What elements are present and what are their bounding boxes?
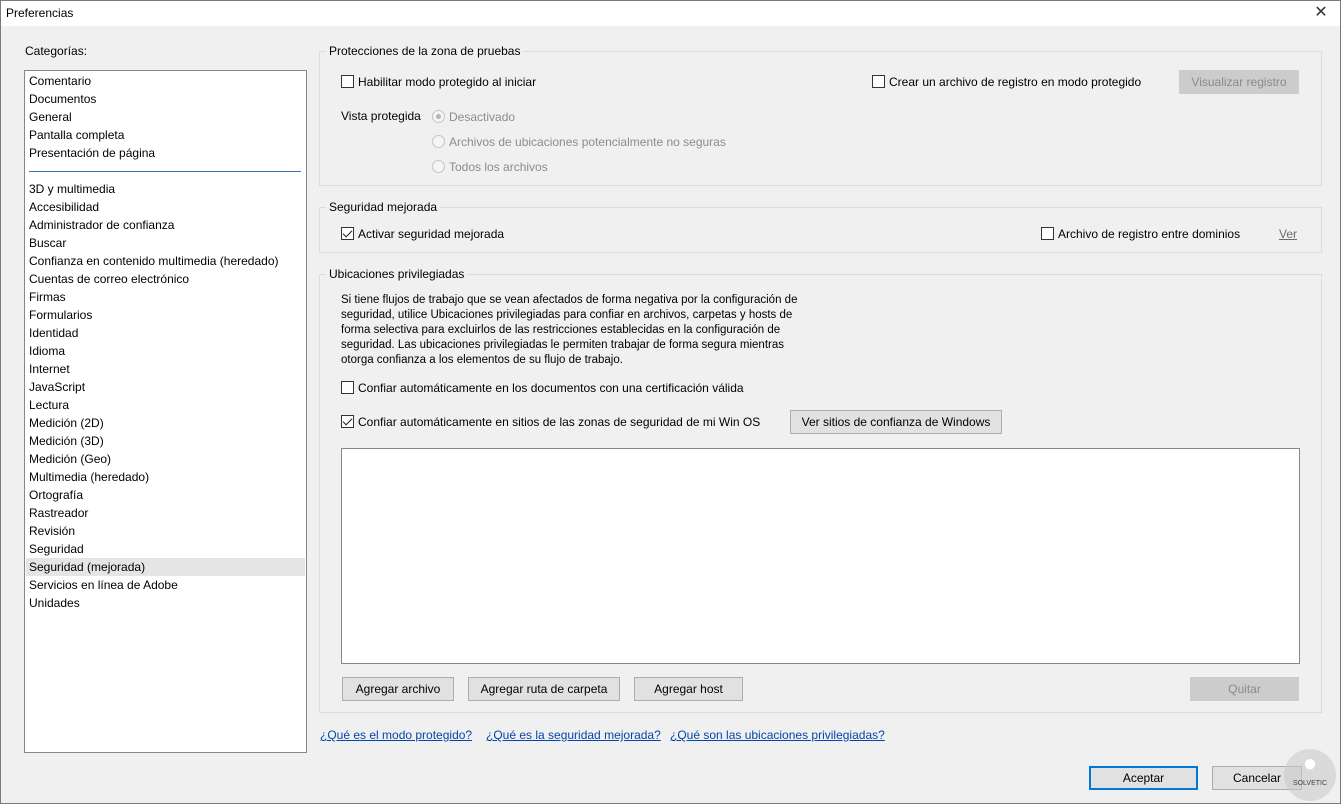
- cross-domain-log-checkbox[interactable]: [1041, 227, 1054, 240]
- category-item[interactable]: Unidades: [26, 594, 305, 612]
- category-item[interactable]: Medición (2D): [26, 414, 305, 432]
- category-separator: [29, 171, 301, 172]
- trust-win-os-zones-label[interactable]: Confiar automáticamente en sitios de las…: [358, 415, 760, 429]
- privileged-locations-list[interactable]: [341, 448, 1300, 664]
- enable-protected-mode-checkbox[interactable]: [341, 75, 354, 88]
- watermark-text: SOLVETIC: [1292, 780, 1328, 787]
- add-file-button[interactable]: Agregar archivo: [342, 677, 454, 701]
- create-log-label[interactable]: Crear un archivo de registro en modo pro…: [889, 75, 1141, 89]
- activate-enhanced-security-checkbox[interactable]: [341, 227, 354, 240]
- solvetic-watermark-logo: ● SOLVETIC: [1284, 749, 1336, 801]
- protected-view-option-unsafe[interactable]: Archivos de ubicaciones potencialmente n…: [449, 135, 726, 149]
- category-item[interactable]: Medición (Geo): [26, 450, 305, 468]
- category-item[interactable]: Idioma: [26, 342, 305, 360]
- trust-certified-docs-checkbox[interactable]: [341, 381, 354, 394]
- help-link-enhanced-security[interactable]: ¿Qué es la seguridad mejorada?: [486, 728, 661, 742]
- category-item[interactable]: JavaScript: [26, 378, 305, 396]
- enhanced-security-group-title: Seguridad mejorada: [326, 200, 441, 214]
- category-item[interactable]: Rastreador: [26, 504, 305, 522]
- category-item[interactable]: Identidad: [26, 324, 305, 342]
- protected-view-radio-off[interactable]: [432, 110, 445, 123]
- category-item[interactable]: Cuentas de correo electrónico: [26, 270, 305, 288]
- category-item[interactable]: Lectura: [26, 396, 305, 414]
- category-item[interactable]: Revisión: [26, 522, 305, 540]
- create-log-checkbox[interactable]: [872, 75, 885, 88]
- help-link-privileged-locations[interactable]: ¿Qué son las ubicaciones privilegiadas?: [670, 728, 885, 742]
- privileged-locations-group-title: Ubicaciones privilegiadas: [326, 267, 468, 281]
- category-item[interactable]: Medición (3D): [26, 432, 305, 450]
- category-item[interactable]: Firmas: [26, 288, 305, 306]
- ok-button[interactable]: Aceptar: [1089, 766, 1198, 790]
- category-item[interactable]: Pantalla completa: [26, 126, 305, 144]
- window-title: Preferencias: [6, 6, 74, 20]
- category-item[interactable]: Internet: [26, 360, 305, 378]
- trust-win-os-zones-checkbox[interactable]: [341, 415, 354, 428]
- category-item[interactable]: Seguridad: [26, 540, 305, 558]
- category-item[interactable]: 3D y multimedia: [26, 180, 305, 198]
- description-line: Si tiene flujos de trabajo que se vean a…: [341, 294, 798, 306]
- sandbox-group-title: Protecciones de la zona de pruebas: [326, 44, 524, 58]
- add-host-button[interactable]: Agregar host: [634, 677, 743, 701]
- preferences-dialog: Preferencias ✕ Categorías: Comentario Do…: [0, 0, 1341, 804]
- description-line: seguridad. Las ubicaciones privilegiadas…: [341, 339, 784, 351]
- category-item[interactable]: Buscar: [26, 234, 305, 252]
- description-line: forma selectiva para excluirlos de las r…: [341, 324, 781, 336]
- category-item[interactable]: Administrador de confianza: [26, 216, 305, 234]
- add-folder-path-button[interactable]: Agregar ruta de carpeta: [468, 677, 620, 701]
- category-item[interactable]: Confianza en contenido multimedia (hered…: [26, 252, 305, 270]
- protected-view-radio-all[interactable]: [432, 160, 445, 173]
- user-icon: ●: [1302, 750, 1318, 777]
- protected-view-option-all[interactable]: Todos los archivos: [449, 160, 548, 174]
- help-link-protected-mode[interactable]: ¿Qué es el modo protegido?: [320, 728, 472, 742]
- title-bar: Preferencias ✕: [1, 1, 1340, 26]
- category-item[interactable]: General: [26, 108, 305, 126]
- categories-label: Categorías:: [25, 44, 88, 58]
- category-item[interactable]: Ortografía: [26, 486, 305, 504]
- category-item-selected[interactable]: Seguridad (mejorada): [26, 558, 305, 576]
- category-item[interactable]: Accesibilidad: [26, 198, 305, 216]
- view-log-button[interactable]: Visualizar registro: [1179, 70, 1299, 94]
- close-icon[interactable]: ✕: [1310, 2, 1332, 24]
- category-item[interactable]: Formularios: [26, 306, 305, 324]
- description-line: otorga confianza a los elementos de su f…: [341, 354, 623, 366]
- trust-certified-docs-label[interactable]: Confiar automáticamente en los documento…: [358, 381, 744, 395]
- category-item[interactable]: Presentación de página: [26, 144, 305, 162]
- view-windows-trusted-sites-button[interactable]: Ver sitios de confianza de Windows: [790, 410, 1002, 434]
- description-line: seguridad, utilice Ubicaciones privilegi…: [341, 309, 793, 321]
- cross-domain-log-label[interactable]: Archivo de registro entre dominios: [1058, 227, 1240, 241]
- activate-enhanced-security-label[interactable]: Activar seguridad mejorada: [358, 227, 504, 241]
- enable-protected-mode-label[interactable]: Habilitar modo protegido al iniciar: [358, 75, 536, 89]
- category-item[interactable]: Comentario: [26, 72, 305, 90]
- privileged-description: Si tiene flujos de trabajo que se vean a…: [341, 293, 821, 368]
- category-item[interactable]: Servicios en línea de Adobe: [26, 576, 305, 594]
- protected-view-option-off[interactable]: Desactivado: [449, 110, 515, 124]
- categories-list[interactable]: Comentario Documentos General Pantalla c…: [24, 70, 307, 753]
- category-item[interactable]: Documentos: [26, 90, 305, 108]
- view-cross-domain-log-link[interactable]: Ver: [1279, 227, 1297, 241]
- protected-view-label: Vista protegida: [341, 109, 421, 123]
- remove-button[interactable]: Quitar: [1190, 677, 1299, 701]
- category-item[interactable]: Multimedia (heredado): [26, 468, 305, 486]
- protected-view-radio-unsafe[interactable]: [432, 135, 445, 148]
